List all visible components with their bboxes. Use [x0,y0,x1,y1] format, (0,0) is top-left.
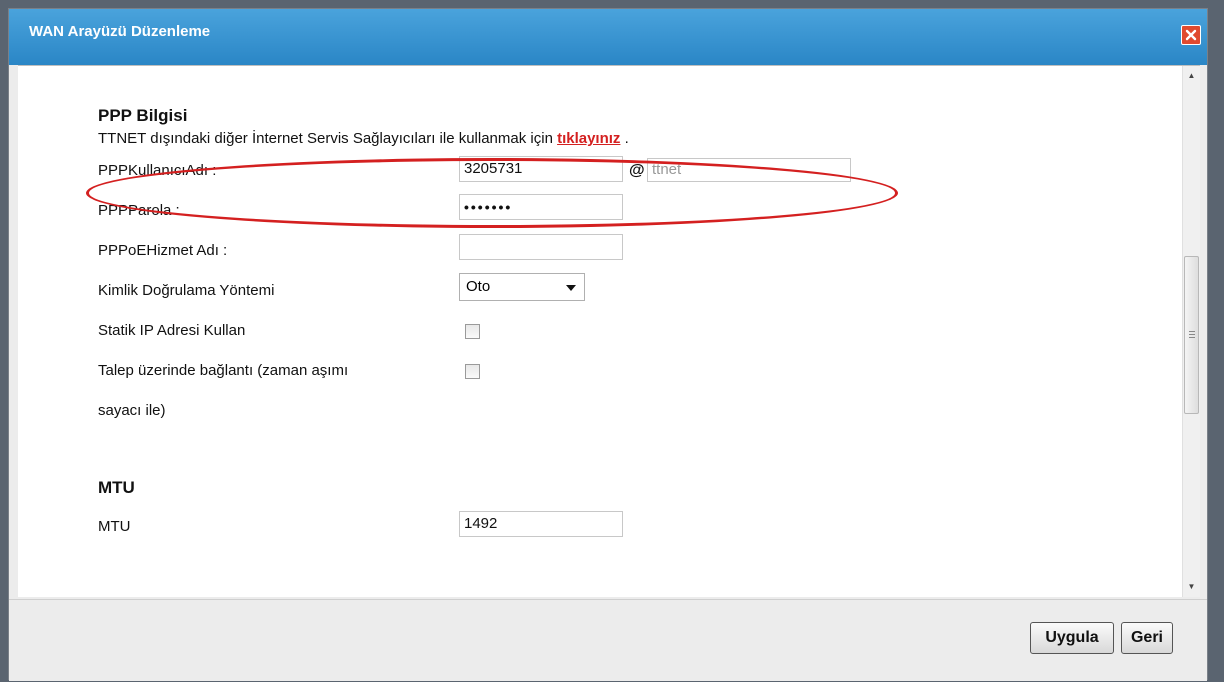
close-icon[interactable] [1181,25,1201,45]
static-ip-checkbox[interactable] [465,324,480,339]
isp-note-link[interactable]: tıklayınız [557,130,620,147]
dialog-content: PPP Bilgisi TTNET dışındaki diğer İntern… [18,65,1200,597]
dialog-titlebar: WAN Arayüzü Düzenleme [9,9,1207,65]
grip-icon [1189,331,1195,340]
mtu-input[interactable]: 1492 [459,511,623,537]
on-demand-label-line1: Talep üzerinde bağlantı (zaman aşımı [98,362,349,379]
ppp-password-label: PPPParola : [98,202,180,219]
on-demand-label-line2: sayacı ile) [98,402,166,419]
mtu-section-heading: MTU [98,478,135,497]
wan-interface-dialog: WAN Arayüzü Düzenleme PPP Bilgisi TTNET … [8,8,1208,681]
pppoe-service-input[interactable] [459,234,623,260]
apply-button[interactable]: Uygula [1030,622,1114,654]
auth-method-label: Kimlik Doğrulama Yöntemi [98,282,275,299]
isp-note-text: TTNET dışındaki diğer İnternet Servis Sa… [98,130,558,147]
back-button[interactable]: Geri [1121,622,1173,654]
ppp-password-input[interactable]: ••••••• [459,194,623,220]
pppoe-service-label: PPPoEHizmet Adı : [98,242,228,259]
ppp-username-input[interactable]: 3205731 [459,156,623,182]
static-ip-label: Statik IP Adresi Kullan [98,322,246,339]
scroll-thumb[interactable] [1184,256,1199,414]
scroll-down-icon[interactable]: ▼ [1183,577,1200,597]
isp-note-end: . [620,130,629,147]
vertical-scrollbar[interactable]: ▲ ▼ [1182,66,1200,597]
ppp-username-label: PPPKullanıcıAdı : [98,162,217,179]
auth-method-select[interactable]: Oto [459,273,585,301]
on-demand-checkbox[interactable] [465,364,480,379]
ppp-domain-input[interactable]: ttnet [647,158,851,182]
isp-note: TTNET dışındaki diğer İnternet Servis Sa… [98,130,629,147]
at-sign: @ [629,162,645,179]
mtu-label: MTU [98,518,131,535]
auth-method-value: Oto [466,278,491,295]
ppp-section-heading: PPP Bilgisi [98,106,188,125]
chevron-down-icon [566,285,576,291]
dialog-title: WAN Arayüzü Düzenleme [29,23,211,40]
scroll-up-icon[interactable]: ▲ [1183,66,1200,86]
dialog-footer: Uygula Geri [9,599,1207,681]
